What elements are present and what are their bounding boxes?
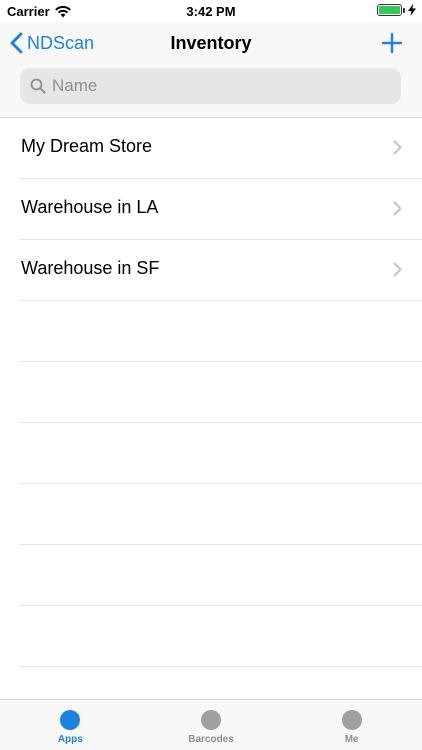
empty-row-separator bbox=[20, 545, 422, 606]
apps-tab-icon bbox=[60, 710, 81, 730]
list-item-label: My Dream Store bbox=[21, 136, 153, 156]
tab-me[interactable]: Me bbox=[281, 700, 422, 750]
list-item[interactable]: My Dream Store bbox=[20, 118, 422, 179]
add-button[interactable] bbox=[380, 31, 404, 55]
status-time: 3:42 PM bbox=[186, 4, 236, 19]
search-input[interactable] bbox=[52, 76, 401, 96]
tab-label: Me bbox=[344, 734, 359, 745]
list-item[interactable]: Warehouse in LA bbox=[20, 179, 422, 240]
empty-row-separator bbox=[20, 423, 422, 484]
search-icon bbox=[30, 78, 46, 94]
empty-row-separator bbox=[20, 484, 422, 545]
inventory-screen: Carrier 3:42 PM NDScan Inventory Name My… bbox=[0, 0, 422, 750]
battery-icon bbox=[377, 4, 405, 16]
empty-row-separator bbox=[20, 606, 422, 667]
charging-bolt-icon bbox=[408, 4, 416, 16]
chevron-right-icon bbox=[393, 262, 402, 277]
navigation-bar: NDScan Inventory bbox=[0, 22, 422, 66]
list-item-label: Warehouse in LA bbox=[21, 197, 159, 217]
status-bar: Carrier 3:42 PM bbox=[0, 0, 422, 22]
empty-row-separator bbox=[20, 301, 422, 362]
list-item[interactable]: Warehouse in SF bbox=[20, 240, 422, 301]
chevron-right-icon bbox=[393, 140, 402, 155]
plus-icon bbox=[381, 32, 403, 54]
empty-row-separator bbox=[20, 362, 422, 423]
search-area bbox=[0, 66, 422, 118]
tab-barcodes[interactable]: Barcodes bbox=[141, 700, 282, 750]
list-item-label: Warehouse in SF bbox=[21, 258, 160, 278]
battery-indicator bbox=[377, 4, 416, 16]
me-tab-icon bbox=[341, 710, 362, 730]
tab-label: Apps bbox=[57, 734, 83, 745]
tab-apps[interactable]: Apps bbox=[0, 700, 141, 750]
search-field[interactable] bbox=[20, 68, 401, 104]
chevron-right-icon bbox=[393, 201, 402, 216]
barcodes-tab-icon bbox=[201, 710, 221, 730]
inventory-list: My Dream Store Warehouse in LA Warehouse… bbox=[0, 118, 422, 667]
page-title: Inventory bbox=[170, 33, 252, 53]
tab-label: Barcodes bbox=[188, 734, 234, 745]
tab-bar: Apps Barcodes Me bbox=[0, 699, 422, 750]
